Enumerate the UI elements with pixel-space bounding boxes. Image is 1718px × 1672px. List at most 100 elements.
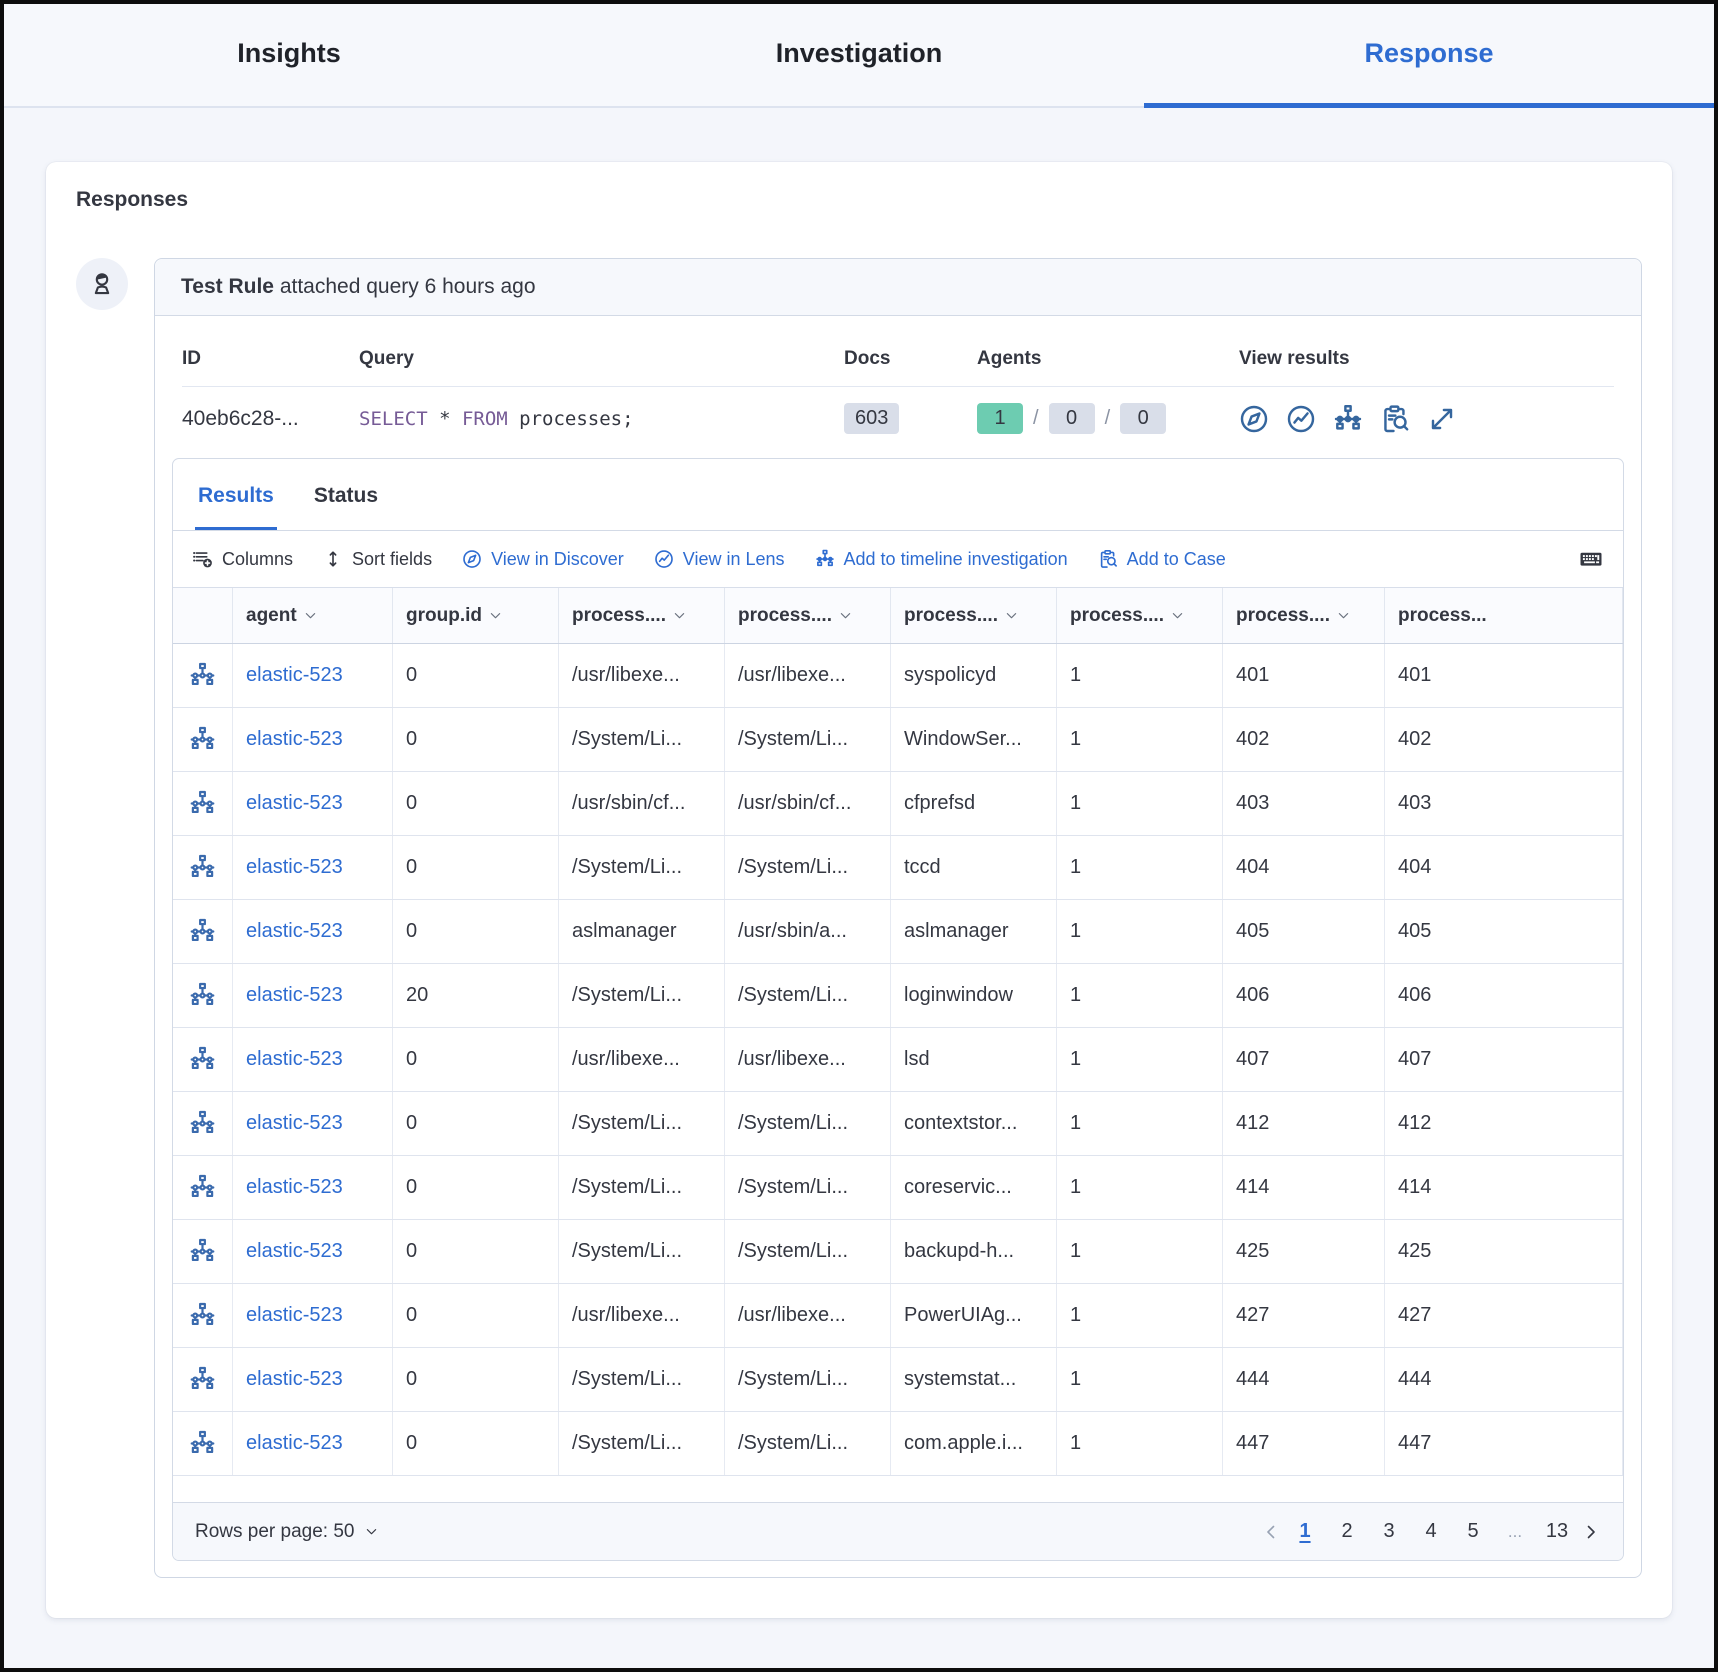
page-button-4[interactable]: 4 <box>1413 1516 1449 1547</box>
timeline-icon[interactable] <box>189 1366 216 1393</box>
page-title: Responses <box>76 188 1642 212</box>
rows-per-page-button[interactable]: Rows per page: 50 <box>195 1521 379 1543</box>
column-header-process[interactable]: process.... <box>559 588 725 643</box>
tab-investigation[interactable]: Investigation <box>574 4 1144 108</box>
grid-cell: /System/Li... <box>725 1092 891 1155</box>
grid-cell: 403 <box>1385 772 1623 835</box>
grid-cell: 0 <box>393 708 559 771</box>
row-actions-cell <box>173 644 233 707</box>
page-button-5[interactable]: 5 <box>1455 1516 1491 1547</box>
grid-cell: 402 <box>1223 708 1385 771</box>
timeline-icon[interactable] <box>189 662 216 689</box>
tab-status[interactable]: Status <box>311 459 381 530</box>
column-header-agent[interactable]: agent <box>233 588 393 643</box>
grid-cell: WindowSer... <box>891 708 1057 771</box>
page-button-1[interactable]: 1 <box>1287 1516 1323 1547</box>
chevron-down-icon <box>672 608 687 623</box>
timeline-icon[interactable] <box>189 1238 216 1265</box>
tab-insights[interactable]: Insights <box>4 4 574 108</box>
sql-keyword: SELECT <box>359 408 428 430</box>
toolbar-view-in-lens-button[interactable]: View in Lens <box>654 549 785 570</box>
column-header-process[interactable]: process... <box>1385 588 1623 643</box>
toolbar-add-to-case-button[interactable]: Add to Case <box>1098 549 1226 570</box>
toolbar-view-in-discover-button[interactable]: View in Discover <box>462 549 624 570</box>
timeline-icon[interactable] <box>1333 404 1363 434</box>
timeline-icon[interactable] <box>189 982 216 1009</box>
toolbar-add-to-timeline-investigation-button[interactable]: Add to timeline investigation <box>815 549 1068 570</box>
prev-page-button[interactable] <box>1261 1522 1281 1542</box>
grid-cell: /System/Li... <box>725 1412 891 1475</box>
column-header-process[interactable]: process.... <box>1223 588 1385 643</box>
grid-cell: 406 <box>1223 964 1385 1027</box>
discover-icon[interactable] <box>1239 404 1269 434</box>
timeline-icon[interactable] <box>189 854 216 881</box>
query-summary: ID Query Docs Agents View results 40eb6c… <box>172 328 1624 452</box>
timeline-icon[interactable] <box>189 918 216 945</box>
query-id: 40eb6c28-... <box>182 407 359 431</box>
grid-cell: 401 <box>1223 644 1385 707</box>
grid-cell: 1 <box>1057 836 1223 899</box>
row-actions-cell <box>173 1220 233 1283</box>
column-header-process[interactable]: process.... <box>891 588 1057 643</box>
grid-cell: 1 <box>1057 708 1223 771</box>
grid-cell: /usr/libexe... <box>725 1284 891 1347</box>
grid-cell: contextstor... <box>891 1092 1057 1155</box>
grid-cell: 1 <box>1057 1156 1223 1219</box>
row-actions-cell <box>173 708 233 771</box>
grid-cell: 427 <box>1223 1284 1385 1347</box>
agent-link[interactable]: elastic-523 <box>233 1412 393 1475</box>
agent-link[interactable]: elastic-523 <box>233 964 393 1027</box>
next-page-button[interactable] <box>1581 1522 1601 1542</box>
timeline-icon <box>815 549 835 569</box>
grid-cell: /usr/sbin/cf... <box>725 772 891 835</box>
tab-response[interactable]: Response <box>1144 4 1714 108</box>
results-grid: agentgroup.idprocess....process....proce… <box>173 587 1623 1502</box>
table-row: elastic-5230aslmanager/usr/sbin/a...aslm… <box>173 900 1623 964</box>
lens-icon[interactable] <box>1286 404 1316 434</box>
agent-link[interactable]: elastic-523 <box>233 1220 393 1283</box>
timeline-icon[interactable] <box>189 726 216 753</box>
toolbar-columns-button[interactable]: Columns <box>193 549 293 570</box>
timeline-icon[interactable] <box>189 1110 216 1137</box>
chevron-down-icon <box>1004 608 1019 623</box>
grid-cell: 1 <box>1057 964 1223 1027</box>
page-button-3[interactable]: 3 <box>1371 1516 1407 1547</box>
expand-icon[interactable] <box>1427 404 1457 434</box>
timeline-icon[interactable] <box>189 1046 216 1073</box>
agent-link[interactable]: elastic-523 <box>233 644 393 707</box>
grid-cell: 412 <box>1385 1092 1623 1155</box>
timeline-icon[interactable] <box>189 1174 216 1201</box>
timeline-icon[interactable] <box>189 790 216 817</box>
tab-results[interactable]: Results <box>195 459 277 530</box>
timeline-icon[interactable] <box>189 1302 216 1329</box>
grid-cell: 402 <box>1385 708 1623 771</box>
agent-link[interactable]: elastic-523 <box>233 1092 393 1155</box>
chevron-down-icon <box>488 608 503 623</box>
agent-link[interactable]: elastic-523 <box>233 1028 393 1091</box>
grid-cell: /usr/libexe... <box>725 1028 891 1091</box>
row-actions-cell <box>173 1348 233 1411</box>
query-summary-row: 40eb6c28-... SELECT * FROM processes; 60… <box>182 387 1614 452</box>
case-icon[interactable] <box>1380 404 1410 434</box>
agent-link[interactable]: elastic-523 <box>233 1284 393 1347</box>
toolbar-sort-fields-button[interactable]: Sort fields <box>323 549 432 570</box>
agent-link[interactable]: elastic-523 <box>233 836 393 899</box>
agent-link[interactable]: elastic-523 <box>233 1156 393 1219</box>
keyboard-icon[interactable] <box>1579 547 1603 571</box>
column-header-process[interactable]: process.... <box>1057 588 1223 643</box>
agent-link[interactable]: elastic-523 <box>233 900 393 963</box>
grid-cell: backupd-h... <box>891 1220 1057 1283</box>
agent-link[interactable]: elastic-523 <box>233 772 393 835</box>
timeline-icon[interactable] <box>189 1430 216 1457</box>
page-button-13[interactable]: 13 <box>1539 1516 1575 1547</box>
chevron-down-icon <box>838 608 853 623</box>
column-header-process[interactable]: process.... <box>725 588 891 643</box>
agent-link[interactable]: elastic-523 <box>233 1348 393 1411</box>
agent-link[interactable]: elastic-523 <box>233 708 393 771</box>
grid-cell: 425 <box>1385 1220 1623 1283</box>
column-header-group-id[interactable]: group.id <box>393 588 559 643</box>
column-label-view-results: View results <box>1239 348 1614 370</box>
page-button-2[interactable]: 2 <box>1329 1516 1365 1547</box>
grid-cell: 427 <box>1385 1284 1623 1347</box>
page-ellipsis: ... <box>1497 1518 1533 1546</box>
